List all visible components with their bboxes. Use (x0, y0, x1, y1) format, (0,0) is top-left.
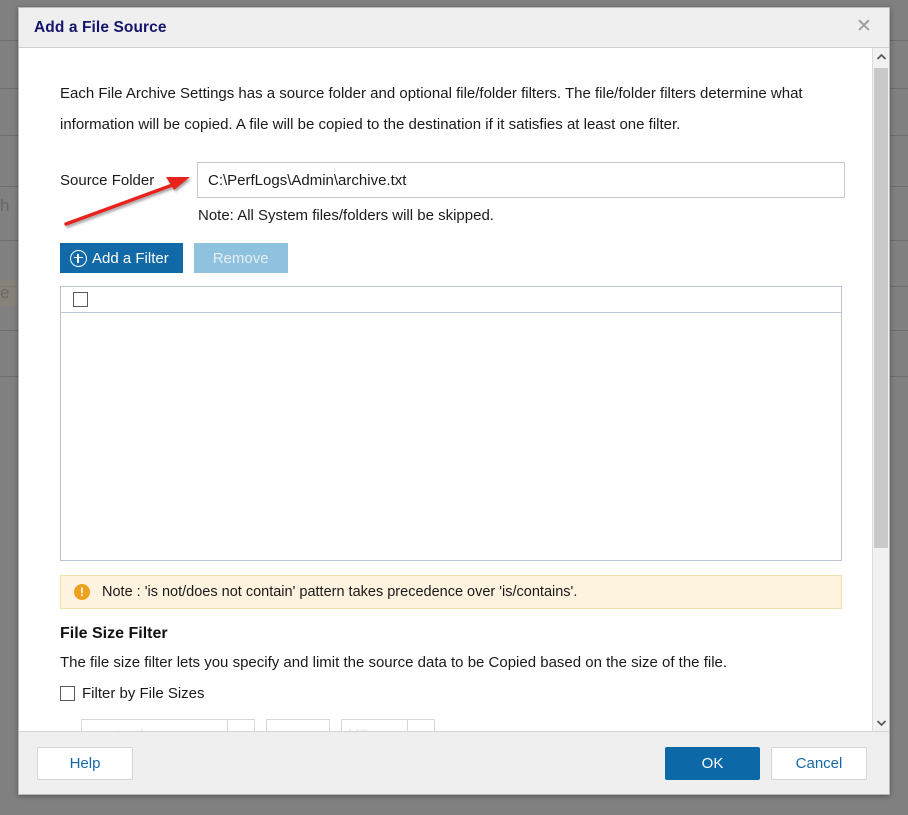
filter-list-header (61, 287, 841, 313)
dialog-content: Each File Archive Settings has a source … (19, 48, 872, 731)
source-folder-label: Source Folder (60, 171, 155, 189)
file-size-unit-select[interactable]: MB (341, 719, 435, 731)
remove-filter-button[interactable]: Remove (193, 243, 288, 273)
add-filter-button[interactable]: Add a Filter (60, 243, 183, 273)
source-folder-input[interactable] (197, 162, 845, 198)
file-size-operator-value: greater than (88, 726, 164, 731)
cancel-button[interactable]: Cancel (771, 746, 867, 780)
filter-by-file-sizes-checkbox[interactable] (60, 686, 75, 701)
warning-icon: ! (74, 584, 90, 600)
file-size-operator-select[interactable]: greater than (81, 719, 255, 731)
chevron-up-icon (876, 53, 886, 60)
file-size-controls-row: greater than MB (60, 719, 842, 731)
dialog-footer: Help OK Cancel (19, 731, 889, 794)
filter-list-body[interactable] (61, 313, 841, 560)
add-file-source-dialog: Add a File Source ✕ Each File Archive Se… (18, 7, 890, 795)
source-folder-note: Note: All System files/folders will be s… (198, 207, 494, 224)
add-filter-label: Add a Filter (92, 249, 169, 267)
intro-paragraph: Each File Archive Settings has a source … (60, 85, 803, 133)
select-all-checkbox[interactable] (73, 292, 88, 307)
dialog-title-bar: Add a File Source ✕ (19, 8, 889, 48)
precedence-note-bar: ! Note : 'is not/does not contain' patte… (60, 575, 842, 609)
scrollbar-thumb[interactable] (874, 68, 888, 548)
file-size-filter-heading: File Size Filter (60, 625, 168, 642)
filter-toolbar: Add a Filter Remove (60, 243, 842, 273)
precedence-note-text: Note : 'is not/does not contain' pattern… (102, 584, 578, 600)
help-button[interactable]: Help (37, 746, 133, 780)
plus-circle-icon (70, 249, 87, 267)
close-icon[interactable]: ✕ (853, 16, 875, 39)
scroll-up-button[interactable] (873, 48, 889, 65)
filter-by-file-sizes-row: Filter by File Sizes (60, 685, 842, 702)
chevron-down-icon (227, 720, 248, 731)
chevron-down-icon (876, 719, 886, 726)
filter-list (60, 286, 842, 561)
scroll-down-button[interactable] (873, 714, 889, 731)
footer-actions: OK Cancel (665, 746, 867, 780)
file-size-unit-value: MB (348, 726, 369, 731)
filter-by-file-sizes-label: Filter by File Sizes (82, 685, 205, 702)
ok-button[interactable]: OK (665, 746, 760, 780)
file-size-value-input[interactable] (266, 719, 330, 731)
file-size-filter-description: The file size filter lets you specify an… (60, 654, 728, 671)
content-scrollbar[interactable] (872, 48, 889, 731)
source-folder-row: Source Folder (60, 162, 845, 198)
chevron-down-icon (407, 720, 428, 731)
dialog-scroll-area: Each File Archive Settings has a source … (19, 48, 889, 731)
page-title: Add a File Source (34, 18, 167, 36)
